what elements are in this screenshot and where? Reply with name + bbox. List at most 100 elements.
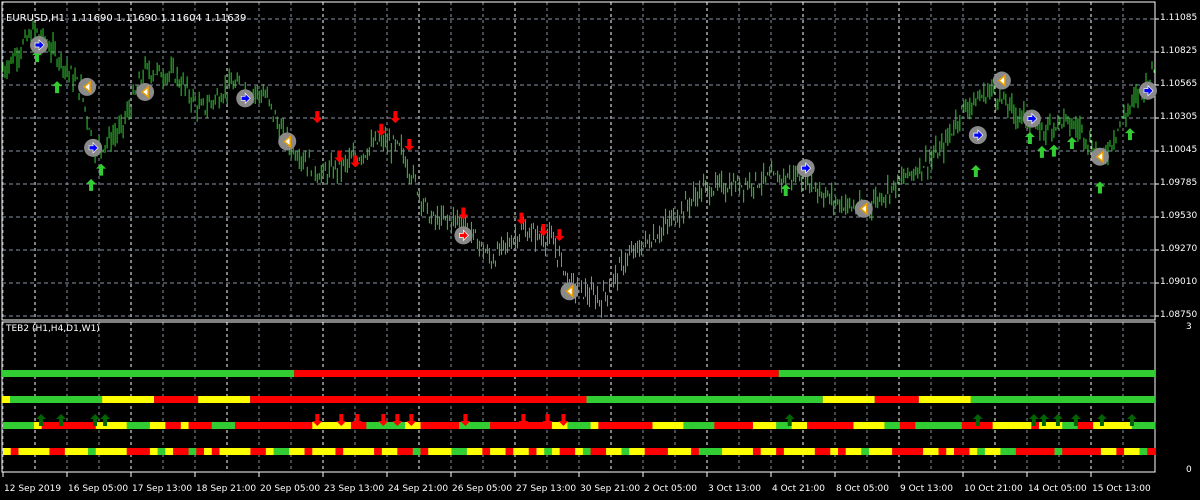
teb-segment-H1 xyxy=(343,448,352,455)
teb-segment-H1 xyxy=(335,448,344,455)
buy-arrow-icon xyxy=(1024,131,1035,144)
price-label: 1.10305 xyxy=(1160,112,1198,122)
teb-segment-H4 xyxy=(211,422,220,429)
teb-segment-H1 xyxy=(397,448,406,455)
teb-segment-H1 xyxy=(10,448,19,455)
teb-segment-H4 xyxy=(1000,422,1009,429)
teb-segment-H1 xyxy=(915,448,924,455)
teb-segment-H1 xyxy=(319,448,329,455)
teb-segment-H1 xyxy=(807,448,816,455)
teb-segment-H1 xyxy=(1108,448,1117,455)
buy-arrow-icon xyxy=(970,164,981,177)
teb-segment-H1 xyxy=(567,448,576,455)
teb-segment-H4 xyxy=(428,422,437,429)
teb-segment-H4 xyxy=(1077,422,1086,429)
teb-segment-W1 xyxy=(294,370,779,377)
buy-arrow-icon xyxy=(86,178,97,191)
teb-segment-D1 xyxy=(10,396,103,403)
teb-segment-H1 xyxy=(1093,448,1102,455)
sell-arrow-icon xyxy=(554,229,565,242)
buy-arrow-icon xyxy=(1066,137,1077,150)
teb-segment-H1 xyxy=(776,448,785,455)
teb-segment-D1 xyxy=(2,396,11,403)
chart-title: EURUSD,H1 1.11690 1.11690 1.11604 1.1163… xyxy=(6,13,246,24)
teb-segment-H4 xyxy=(961,422,970,429)
teb-segment-H4 xyxy=(1085,422,1094,429)
teb-segment-H1 xyxy=(289,448,298,455)
teb-segment-H1 xyxy=(405,448,414,455)
teb-segment-H1 xyxy=(33,448,42,455)
teb-segment-H1 xyxy=(389,448,398,455)
teb-segment-H4 xyxy=(1108,422,1117,429)
teb-segment-H1 xyxy=(227,448,236,455)
teb-segment-H1 xyxy=(969,448,978,455)
teb-segment-H4 xyxy=(165,422,174,429)
teb-segment-H1 xyxy=(1139,448,1148,455)
teb-segment-H1 xyxy=(219,448,228,455)
teb-segment-H1 xyxy=(1031,448,1040,455)
teb-segment-H1 xyxy=(41,448,50,455)
sell-arrow-icon xyxy=(404,139,415,152)
teb-segment-H4 xyxy=(142,422,151,429)
teb-segment-H1 xyxy=(482,448,491,455)
buy-arrow-icon xyxy=(1094,181,1105,194)
time-label: 15 Oct 13:00 xyxy=(1092,484,1151,494)
trading-chart[interactable] xyxy=(0,0,1200,500)
teb-segment-H4 xyxy=(72,422,81,429)
teb-segment-H4 xyxy=(953,422,963,429)
teb-segment-H4 xyxy=(714,422,723,429)
teb-segment-H1 xyxy=(1046,448,1055,455)
teb-segment-H1 xyxy=(296,448,305,455)
teb-segment-H1 xyxy=(652,448,661,455)
teb-segment-H4 xyxy=(1015,422,1024,429)
teb-segment-H4 xyxy=(10,422,19,429)
teb-segment-H1 xyxy=(196,448,205,455)
teb-segment-H1 xyxy=(590,448,599,455)
teb-segment-H1 xyxy=(714,448,723,455)
teb-segment-D1 xyxy=(822,396,875,403)
teb-segment-H1 xyxy=(312,448,321,455)
teb-segment-H1 xyxy=(698,448,707,455)
teb-segment-H1 xyxy=(80,448,89,455)
teb-segment-H1 xyxy=(157,448,166,455)
teb-segment-H1 xyxy=(930,448,939,455)
teb-segment-H4 xyxy=(157,422,166,429)
buy-arrow-icon xyxy=(96,163,107,176)
teb-segment-H1 xyxy=(544,448,553,455)
teb-segment-H1 xyxy=(1062,448,1071,455)
teb-segment-H4 xyxy=(644,422,653,429)
teb-segment-H4 xyxy=(652,422,661,429)
teb-segment-H1 xyxy=(451,448,460,455)
indicator-title: TEB2 (H1,H4,D1,W1) xyxy=(6,324,100,334)
teb-segment-H1 xyxy=(474,448,483,455)
teb-segment-H4 xyxy=(737,422,746,429)
teb-segment-D1 xyxy=(102,396,155,403)
teb-segment-H1 xyxy=(327,448,336,455)
teb-segment-H1 xyxy=(304,448,313,455)
price-label: 1.09270 xyxy=(1160,244,1198,254)
teb-segment-H1 xyxy=(1131,448,1140,455)
teb-segment-H4 xyxy=(575,422,584,429)
teb-segment-H1 xyxy=(675,448,684,455)
teb-segment-H4 xyxy=(80,422,89,429)
teb-segment-H1 xyxy=(358,448,367,455)
teb-segment-H1 xyxy=(134,448,143,455)
teb-segment-H4 xyxy=(598,422,607,429)
teb-segment-H4 xyxy=(149,422,158,429)
teb-segment-H1 xyxy=(142,448,151,455)
teb-segment-D1 xyxy=(586,396,823,403)
teb-segment-H1 xyxy=(683,448,692,455)
teb-segment-H1 xyxy=(899,448,908,455)
sell-arrow-icon xyxy=(334,150,345,163)
teb-segment-H1 xyxy=(984,448,993,455)
teb-segment-H4 xyxy=(1062,422,1071,429)
teb-segment-H1 xyxy=(582,448,591,455)
teb-segment-H1 xyxy=(1039,448,1048,455)
teb-segment-H1 xyxy=(173,448,182,455)
teb-segment-H4 xyxy=(319,422,329,429)
teb-segment-H1 xyxy=(521,448,530,455)
teb-segment-H4 xyxy=(799,422,808,429)
teb-segment-H4 xyxy=(1008,422,1017,429)
teb-segment-H1 xyxy=(938,448,947,455)
teb-segment-H1 xyxy=(1008,448,1017,455)
